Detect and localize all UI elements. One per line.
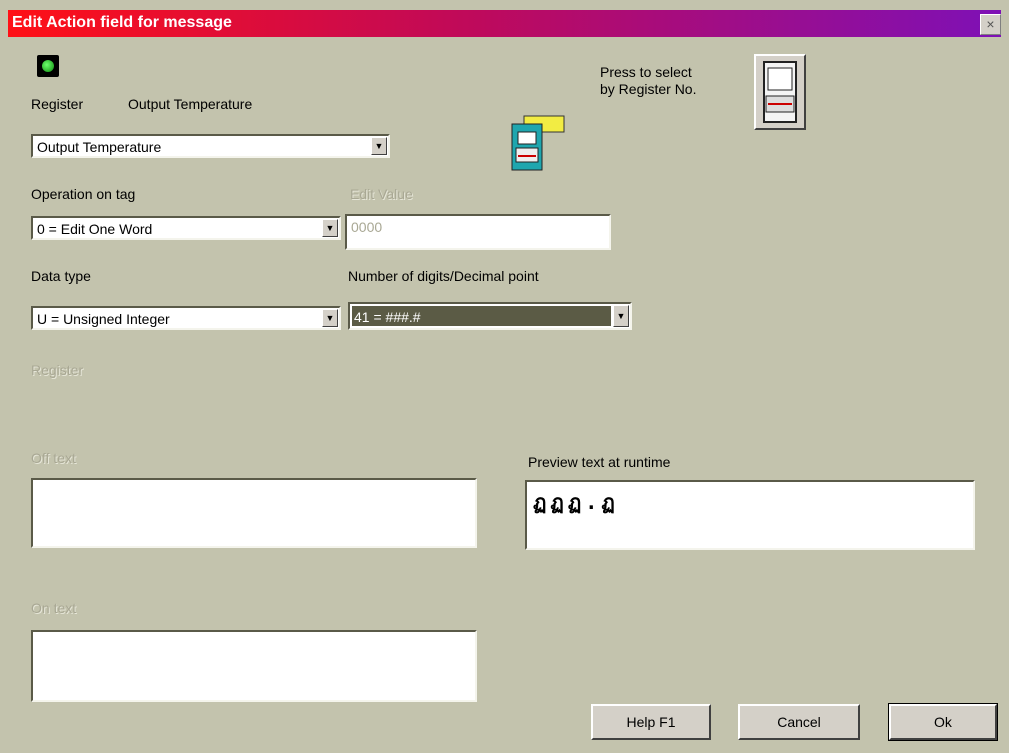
register-select-caption-line1: Press to select — [600, 64, 692, 80]
register-select-value: Output Temperature — [37, 139, 162, 155]
digits-label: Number of digits/Decimal point — [348, 268, 539, 284]
ok-button[interactable]: Ok — [888, 703, 998, 741]
operation-dropdown-arrow-icon[interactable]: ▼ — [322, 219, 338, 237]
register-select-caption: Press to select by Register No. — [600, 64, 696, 98]
data-type-dropdown-arrow-icon[interactable]: ▼ — [322, 309, 338, 327]
on-text-input[interactable] — [31, 630, 477, 702]
tag-browse-icon[interactable] — [510, 112, 568, 174]
help-button[interactable]: Help F1 — [591, 704, 711, 740]
operation-label: Operation on tag — [31, 186, 136, 202]
operation-select[interactable]: 0 = Edit One Word ▼ — [31, 216, 341, 240]
data-type-label: Data type — [31, 268, 91, 284]
off-text-input[interactable] — [31, 478, 477, 548]
register-select-caption-line2: by Register No. — [600, 81, 697, 97]
preview-box: ฏฏฏ.ฏ — [525, 480, 975, 550]
cancel-button[interactable]: Cancel — [738, 704, 860, 740]
register-current-name: Output Temperature — [128, 96, 253, 112]
register-label: Register — [31, 96, 84, 112]
digits-dropdown-arrow-icon[interactable]: ▼ — [613, 305, 629, 327]
title-bar: Edit Action field for message × — [8, 10, 1001, 37]
dialog-title: Edit Action field for message — [12, 14, 232, 31]
edit-value-label: Edit Value — [350, 186, 413, 202]
edit-value-text: 0000 — [351, 219, 383, 235]
edit-value-input[interactable]: 0000 — [345, 214, 611, 250]
close-icon[interactable]: × — [980, 14, 1001, 35]
digits-select[interactable]: 41 = ###.# ▼ — [348, 302, 632, 330]
preview-label: Preview text at runtime — [528, 454, 671, 470]
status-led-icon — [37, 55, 59, 77]
preview-text: ฏฏฏ.ฏ — [533, 490, 619, 514]
data-type-select-value: U = Unsigned Integer — [37, 311, 170, 327]
digits-select-value: 41 = ###.# — [354, 309, 421, 325]
data-type-select[interactable]: U = Unsigned Integer ▼ — [31, 306, 341, 330]
register-select[interactable]: Output Temperature ▼ — [31, 134, 390, 158]
register-dropdown-arrow-icon[interactable]: ▼ — [371, 137, 387, 155]
select-by-register-button[interactable] — [754, 54, 806, 130]
cancel-button-label: Cancel — [777, 714, 821, 730]
off-text-label: Off text — [31, 450, 76, 466]
register-number-icon — [763, 61, 797, 123]
help-button-label: Help F1 — [626, 714, 676, 730]
register-value-label: Register — [31, 362, 84, 378]
ok-button-label: Ok — [934, 714, 952, 730]
operation-select-value: 0 = Edit One Word — [37, 221, 153, 237]
edit-action-dialog: Edit Action field for message × Register… — [0, 0, 1009, 753]
on-text-label: On text — [31, 600, 77, 616]
